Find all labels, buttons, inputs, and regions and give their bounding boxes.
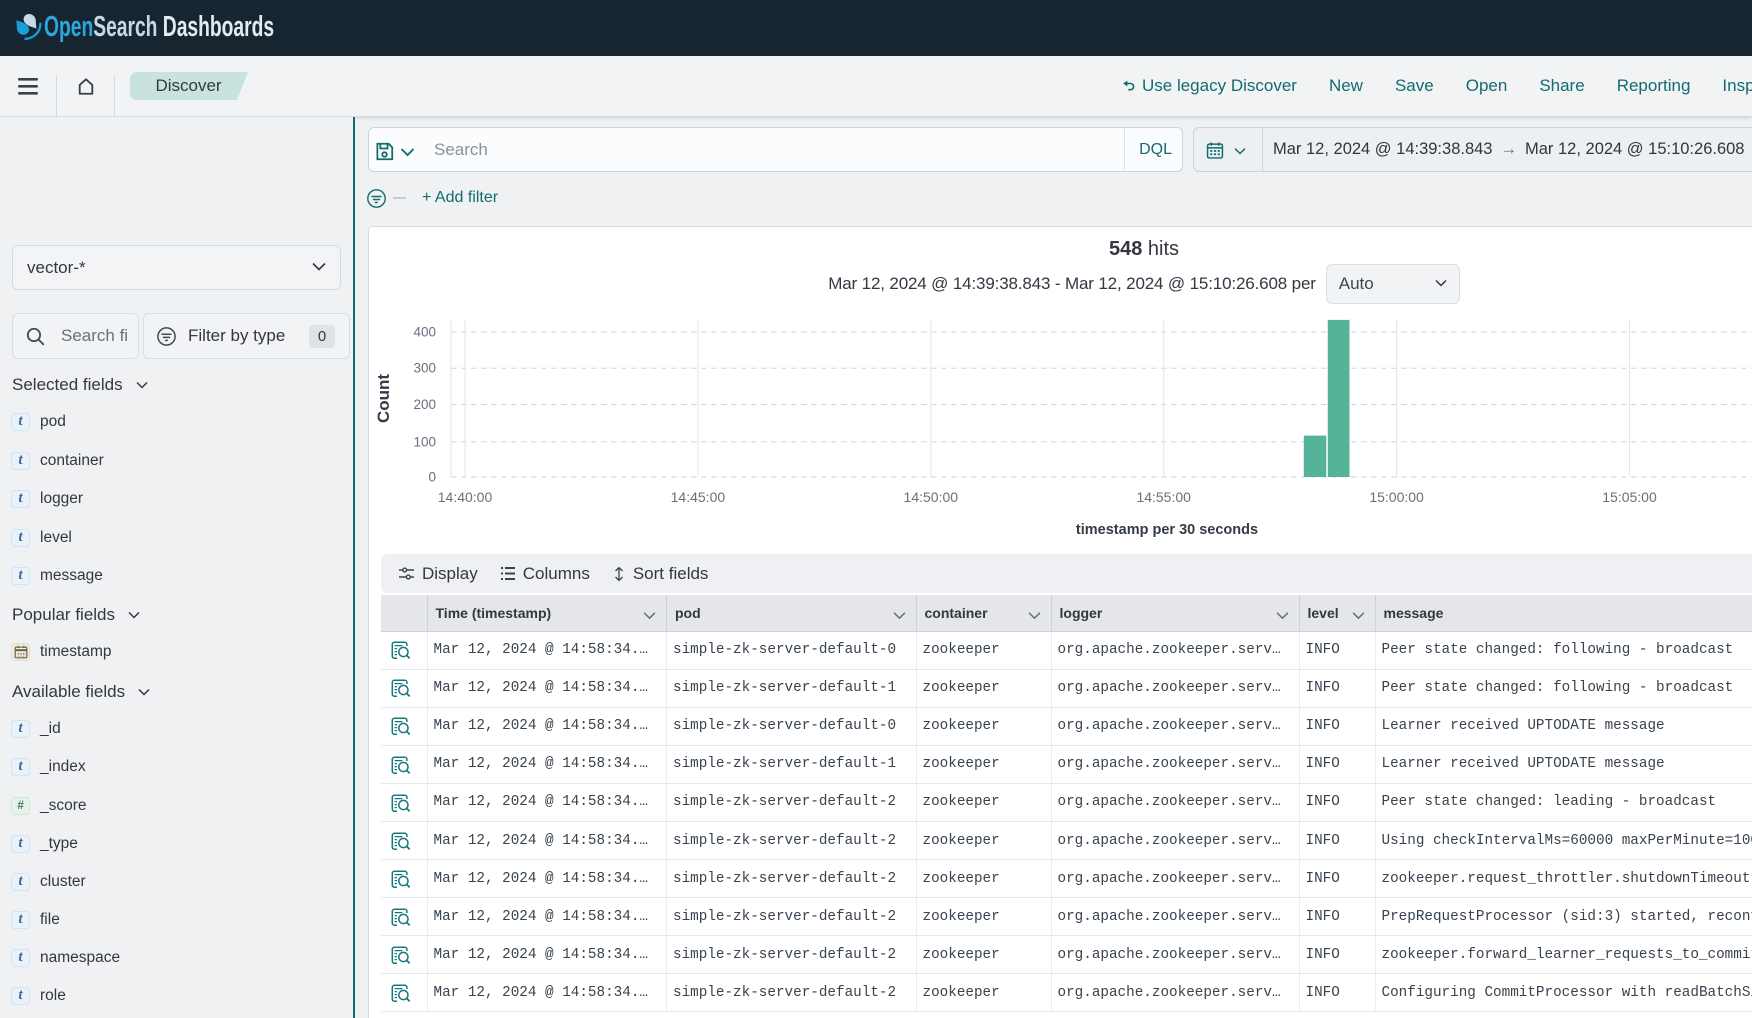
svg-text:400: 400 (413, 324, 436, 339)
svg-text:300: 300 (413, 361, 436, 376)
svg-text:14:55:00: 14:55:00 (1136, 489, 1191, 505)
svg-text:14:40:00: 14:40:00 (438, 489, 493, 505)
svg-text:15:00:00: 15:00:00 (1369, 489, 1424, 505)
svg-text:14:50:00: 14:50:00 (904, 489, 959, 505)
svg-text:15:05:00: 15:05:00 (1602, 489, 1657, 505)
svg-text:200: 200 (413, 397, 436, 412)
svg-text:14:45:00: 14:45:00 (671, 489, 726, 505)
svg-text:timestamp per 30 seconds: timestamp per 30 seconds (1076, 522, 1258, 538)
svg-text:Count: Count (374, 374, 393, 423)
svg-text:100: 100 (413, 434, 436, 449)
svg-text:0: 0 (428, 470, 436, 485)
